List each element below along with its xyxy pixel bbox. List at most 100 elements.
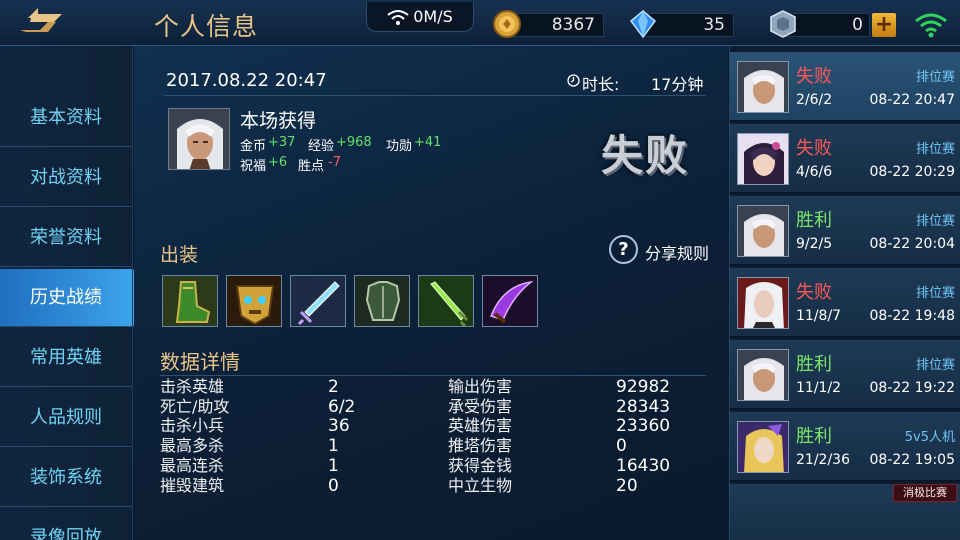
points-label: 胜点 <box>298 159 325 174</box>
stat-value: 20 <box>616 476 638 496</box>
gold-counter: 8367 <box>508 13 604 37</box>
history-mode: 5v5人机 <box>904 430 955 445</box>
history-kda: 2/6/2 <box>796 92 833 108</box>
network-speed: 0M/S <box>366 2 474 32</box>
history-kda: 9/2/5 <box>796 236 833 252</box>
diamond-icon <box>629 10 657 39</box>
gold-label: 金币 <box>240 139 267 154</box>
stat-label: 推塔伤害 <box>448 436 513 455</box>
stat-value: 36 <box>328 416 350 436</box>
net-speed-text: 0M/S <box>413 7 453 26</box>
sidebar-item-basic-info[interactable]: 基本资料 <box>0 89 132 147</box>
item-green-sword-icon[interactable] <box>418 275 474 327</box>
item-boots-icon[interactable] <box>162 275 218 327</box>
points-change: -7 <box>328 155 341 170</box>
match-result: 失败 <box>601 131 690 180</box>
hero-avatar <box>737 205 789 257</box>
stat-label: 击杀英雄 <box>160 377 225 396</box>
stat-label: 英雄伤害 <box>448 416 513 435</box>
hero-avatar <box>737 421 789 473</box>
history-kda: 21/2/36 <box>796 452 850 468</box>
history-result: 失败 <box>796 138 832 159</box>
stat-value: 16430 <box>616 456 671 476</box>
stat-value: 1 <box>328 456 339 476</box>
stat-label: 输出伤害 <box>448 377 513 396</box>
merit-label: 功勋 <box>386 139 413 154</box>
history-entry[interactable]: 胜利 排位赛 9/2/5 08-22 20:04 <box>730 196 960 266</box>
gold-coin-icon <box>493 10 521 38</box>
history-date: 08-22 19:05 <box>869 452 955 468</box>
stat-value: 1 <box>328 436 339 456</box>
history-kda: 4/6/6 <box>796 164 833 180</box>
coupon-icon <box>770 10 796 38</box>
stat-value: 92982 <box>616 377 671 397</box>
sidebar-item-match-history[interactable]: 历史战绩 <box>0 269 132 327</box>
duration-label: 时长: <box>582 75 620 94</box>
item-armor-icon[interactable] <box>354 275 410 327</box>
history-mode: 排位赛 <box>915 70 955 85</box>
history-entry[interactable]: 失败 排位赛 2/6/2 08-22 20:47 <box>730 52 960 122</box>
item-ice-sword-icon[interactable] <box>290 275 346 327</box>
bless-gain: +6 <box>268 155 288 170</box>
duration-value: 17分钟 <box>651 75 704 94</box>
clock-icon <box>567 74 580 87</box>
stat-label: 摧毁建筑 <box>160 476 225 495</box>
back-arrow-icon <box>20 8 62 32</box>
help-icon[interactable]: ? <box>609 235 638 264</box>
history-result: 失败 <box>796 66 832 87</box>
history-entry[interactable]: 失败 排位赛 11/8/7 08-22 19:48 <box>730 268 960 338</box>
history-mode: 排位赛 <box>915 214 955 229</box>
history-date: 08-22 19:22 <box>869 380 955 396</box>
stat-label: 获得金钱 <box>448 456 513 475</box>
stat-value: 23360 <box>616 416 671 436</box>
stat-value: 6/2 <box>328 397 356 417</box>
add-coupon-button[interactable]: + <box>872 13 896 37</box>
history-kda: 11/8/7 <box>796 308 842 324</box>
sidebar-item-decoration[interactable]: 装饰系统 <box>0 449 132 507</box>
stat-label: 中立生物 <box>448 476 513 495</box>
sidebar-item-battle-info[interactable]: 对战资料 <box>0 149 132 207</box>
merit-gain: +41 <box>414 135 442 150</box>
sidebar-item-favorite-heroes[interactable]: 常用英雄 <box>0 329 132 387</box>
sidebar-item-replay[interactable]: 录像回放 <box>0 509 132 540</box>
exp-label: 经验 <box>308 139 335 154</box>
history-mode: 排位赛 <box>915 286 955 301</box>
item-purple-blade-icon[interactable] <box>482 275 538 327</box>
hero-avatar <box>737 61 789 113</box>
negative-match-badge: 消极比赛 <box>893 484 957 502</box>
match-detail-panel: 2017.08.22 20:47 时长: 17分钟 本场获得 金币 +37 经验… <box>134 46 728 540</box>
history-result: 胜利 <box>796 426 832 447</box>
history-entry[interactable]: 胜利 5v5人机 21/2/36 08-22 19:05 <box>730 412 960 482</box>
history-result: 胜利 <box>796 354 832 375</box>
hero-avatar <box>737 349 789 401</box>
stat-value: 28343 <box>616 397 671 417</box>
stat-label: 最高连杀 <box>160 456 225 475</box>
sidebar-item-credit-rules[interactable]: 人品规则 <box>0 389 132 447</box>
diamond-value: 35 <box>703 15 725 35</box>
history-date: 08-22 20:29 <box>869 164 955 180</box>
history-date: 08-22 20:04 <box>869 236 955 252</box>
data-detail-title: 数据详情 <box>160 350 240 374</box>
stat-label: 最高多杀 <box>160 436 225 455</box>
stat-label: 承受伤害 <box>448 397 513 416</box>
wifi-small-icon <box>387 9 409 25</box>
history-entry[interactable]: 失败 排位赛 4/6/6 08-22 20:29 <box>730 124 960 194</box>
divider <box>164 95 706 96</box>
stat-label: 死亡/助攻 <box>160 397 230 416</box>
back-button[interactable] <box>14 6 78 40</box>
share-rules-link[interactable]: 分享规则 <box>645 240 709 264</box>
hero-avatar <box>737 133 789 185</box>
match-datetime: 2017.08.22 20:47 <box>166 70 327 91</box>
history-result: 失败 <box>796 282 832 303</box>
history-date: 08-22 19:48 <box>869 308 955 324</box>
history-result: 胜利 <box>796 210 832 231</box>
sidebar-item-honor-info[interactable]: 荣誉资料 <box>0 209 132 267</box>
item-golden-mask-icon[interactable] <box>226 275 282 327</box>
divider <box>160 375 706 376</box>
gold-gain: +37 <box>268 135 296 150</box>
exp-gain: +968 <box>336 135 372 150</box>
stat-label: 击杀小兵 <box>160 416 225 435</box>
history-entry[interactable]: 胜利 排位赛 11/1/2 08-22 19:22 <box>730 340 960 410</box>
gold-value: 8367 <box>551 15 595 35</box>
wifi-signal-icon <box>915 13 947 38</box>
